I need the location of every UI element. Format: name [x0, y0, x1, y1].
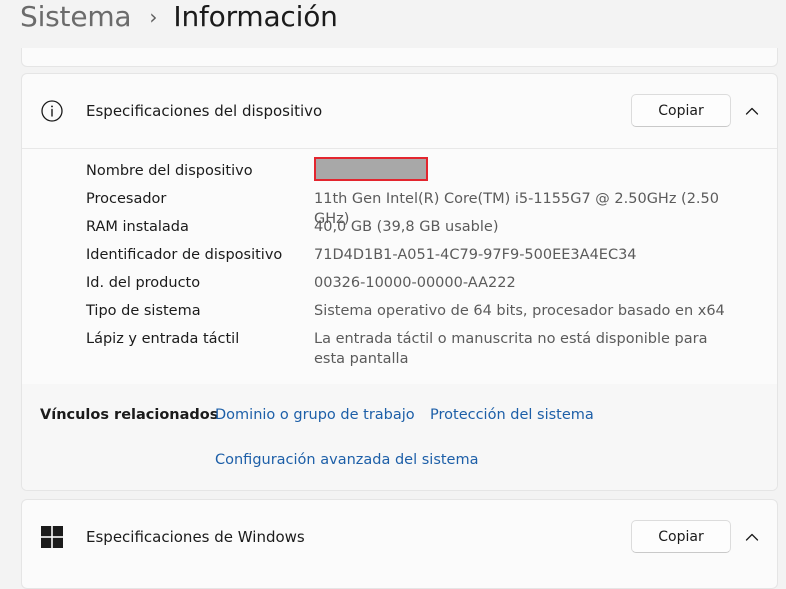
device-specs-card: Especificaciones del dispositivo Copiar … — [21, 73, 778, 491]
spec-value: La entrada táctil o manuscrita no está d… — [314, 331, 708, 367]
related-links-label: Vínculos relacionados — [40, 407, 219, 423]
spec-value: 71D4D1B1-A051-4C79-97F9-500EE3A4EC34 — [314, 247, 637, 263]
spec-label: Id. del producto — [86, 275, 201, 291]
spec-label: Lápiz y entrada táctil — [86, 331, 240, 347]
spec-value: 40,0 GB (39,8 GB usable) — [314, 219, 499, 235]
link-domain-workgroup[interactable]: Dominio o grupo de trabajo — [215, 407, 415, 423]
spec-label: Nombre del dispositivo — [86, 163, 253, 179]
spec-label: Identificador de dispositivo — [86, 247, 283, 263]
windows-specs-card: Especificaciones de Windows Copiar — [21, 499, 778, 589]
windows-specs-title: Especificaciones de Windows — [86, 528, 305, 546]
previous-card-edge — [21, 48, 778, 67]
spec-label: RAM instalada — [86, 219, 189, 235]
device-specs-title: Especificaciones del dispositivo — [86, 102, 323, 120]
redacted-device-name — [314, 157, 428, 181]
breadcrumb-separator-icon: › — [149, 5, 158, 29]
copy-device-specs-button[interactable]: Copiar — [631, 94, 731, 127]
windows-logo-icon — [41, 526, 63, 548]
link-advanced-system-settings[interactable]: Configuración avanzada del sistema — [215, 452, 479, 468]
spec-label: Procesador — [86, 191, 167, 207]
chevron-up-icon[interactable] — [743, 102, 761, 120]
chevron-up-icon[interactable] — [743, 528, 761, 546]
related-links-section: Vínculos relacionados Dominio o grupo de… — [22, 384, 777, 490]
spec-value: Sistema operativo de 64 bits, procesador… — [314, 303, 725, 319]
spec-label: Tipo de sistema — [86, 303, 201, 319]
link-system-protection[interactable]: Protección del sistema — [430, 407, 594, 423]
copy-windows-specs-button[interactable]: Copiar — [631, 520, 731, 553]
breadcrumb-sistema[interactable]: Sistema — [20, 0, 132, 33]
device-specs-header[interactable]: Especificaciones del dispositivo Copiar — [22, 74, 777, 148]
page-title: Información — [173, 0, 338, 33]
windows-specs-header[interactable]: Especificaciones de Windows Copiar — [22, 500, 777, 574]
info-icon — [41, 100, 63, 122]
breadcrumb: Sistema › Información — [20, 0, 338, 38]
spec-value: 00326-10000-00000-AA222 — [314, 275, 516, 291]
header-divider — [22, 148, 777, 149]
